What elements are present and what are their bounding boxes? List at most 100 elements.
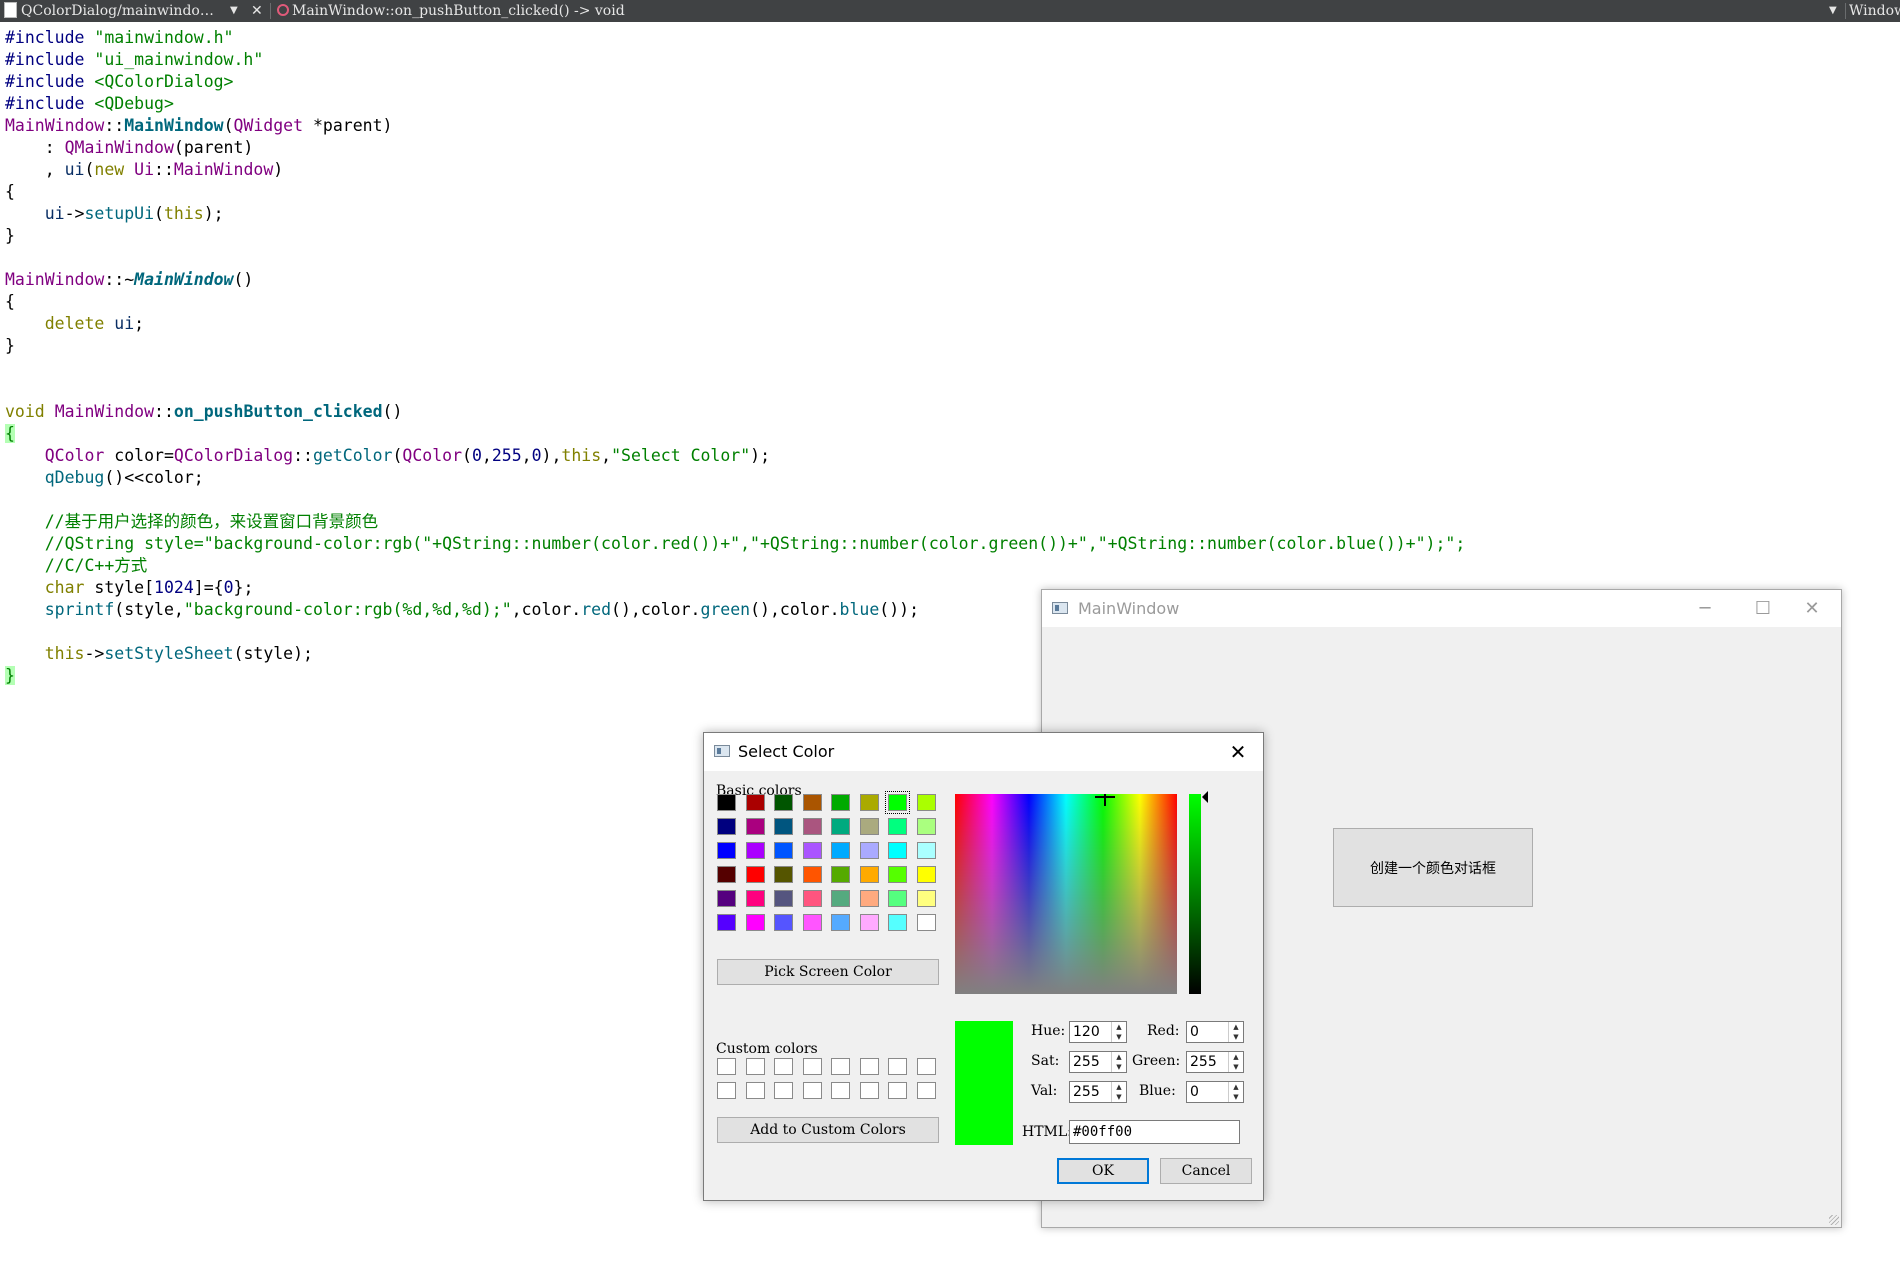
basic-color-swatch[interactable] [774,818,793,835]
code-line: #include "mainwindow.h" [5,28,234,47]
hue-saturation-picker[interactable] [955,794,1177,994]
basic-color-swatch[interactable] [888,842,907,859]
basic-color-swatch[interactable] [831,818,850,835]
basic-color-swatch[interactable] [916,890,936,907]
code-editor[interactable]: #include "mainwindow.h" #include "ui_mai… [5,27,1465,687]
basic-color-swatch[interactable] [859,818,879,835]
custom-color-swatch[interactable] [859,1058,879,1075]
basic-color-swatch[interactable] [859,890,879,907]
basic-color-swatch[interactable] [802,794,822,811]
basic-color-swatch[interactable] [774,890,793,907]
basic-color-swatch[interactable] [859,914,879,931]
basic-color-swatch[interactable] [717,794,736,811]
basic-color-swatch[interactable] [888,818,907,835]
luminance-slider[interactable] [1189,794,1201,994]
create-color-dialog-button[interactable]: 创建一个颜色对话框 [1333,828,1533,907]
basic-color-swatch[interactable] [888,914,907,931]
basic-color-swatch[interactable] [916,842,936,859]
spin-arrows-icon[interactable]: ▲ ▼ [1228,1052,1243,1072]
custom-color-swatch[interactable] [916,1058,936,1075]
basic-color-swatch[interactable] [774,842,793,859]
basic-color-swatch[interactable] [831,842,850,859]
resize-grip-icon[interactable] [1829,1215,1839,1225]
green-spinbox[interactable]: 255 ▲ ▼ [1186,1051,1244,1073]
custom-color-swatch[interactable] [831,1082,850,1099]
pick-screen-color-button[interactable]: Pick Screen Color [717,959,939,985]
basic-color-swatch[interactable] [802,842,822,859]
symbol-selector[interactable]: MainWindow::on_pushButton_clicked() -> v… [277,0,757,22]
val-spinbox[interactable]: 255 ▲ ▼ [1069,1081,1127,1103]
basic-color-swatch[interactable] [916,866,936,883]
html-color-input[interactable]: #00ff00 [1069,1120,1240,1144]
file-selector[interactable]: QColorDialog/mainwindo… [4,0,242,22]
basic-color-swatch[interactable] [717,890,736,907]
basic-color-swatch[interactable] [717,914,736,931]
basic-color-swatch[interactable] [916,914,936,931]
custom-color-swatch[interactable] [774,1082,793,1099]
spin-arrows-icon[interactable]: ▲ ▼ [1111,1052,1126,1072]
custom-color-swatch[interactable] [802,1082,822,1099]
cancel-button[interactable]: Cancel [1160,1158,1252,1184]
custom-color-swatch[interactable] [717,1082,736,1099]
custom-color-swatch[interactable] [745,1058,765,1075]
basic-color-swatch[interactable] [745,914,765,931]
spin-arrows-icon[interactable]: ▲ ▼ [1111,1022,1126,1042]
windows-selector[interactable]: Windows [1849,0,1900,22]
basic-color-swatch[interactable] [745,818,765,835]
custom-color-swatch[interactable] [774,1058,793,1075]
blue-spinbox[interactable]: 0 ▲ ▼ [1186,1081,1244,1103]
basic-color-swatch[interactable] [717,818,736,835]
ok-button[interactable]: OK [1057,1158,1149,1184]
custom-color-swatch[interactable] [916,1082,936,1099]
sat-spinbox[interactable]: 255 ▲ ▼ [1069,1051,1127,1073]
basic-color-swatch[interactable] [916,794,936,811]
chevron-down-icon[interactable]: ▼ [1829,0,1843,22]
basic-color-swatch[interactable] [745,890,765,907]
basic-color-swatch[interactable] [745,842,765,859]
red-spinbox[interactable]: 0 ▲ ▼ [1186,1021,1244,1043]
basic-color-swatch[interactable] [885,791,910,814]
basic-color-swatch[interactable] [888,866,907,883]
basic-color-swatch[interactable] [831,794,850,811]
custom-color-swatch[interactable] [745,1082,765,1099]
main-window-titlebar[interactable]: MainWindow ─ ☐ ✕ [1042,590,1841,627]
chevron-down-icon[interactable]: ▼ [230,0,244,22]
custom-color-swatch[interactable] [888,1082,907,1099]
basic-color-swatch[interactable] [802,818,822,835]
basic-color-swatch[interactable] [859,842,879,859]
luminance-arrow-icon[interactable] [1202,791,1208,803]
basic-color-swatch[interactable] [802,890,822,907]
close-icon[interactable]: ✕ [251,0,265,22]
basic-color-swatch[interactable] [888,890,907,907]
basic-color-swatch[interactable] [774,914,793,931]
basic-color-swatch[interactable] [774,866,793,883]
close-icon[interactable]: ✕ [1214,733,1262,771]
basic-color-swatch[interactable] [859,866,879,883]
basic-color-swatch[interactable] [802,866,822,883]
code-line: delete ui; [44,314,145,333]
custom-color-swatch[interactable] [888,1058,907,1075]
close-icon[interactable]: ✕ [1783,590,1841,627]
basic-color-swatch[interactable] [745,866,765,883]
basic-color-swatch[interactable] [859,794,879,811]
spin-arrows-icon[interactable]: ▲ ▼ [1228,1082,1243,1102]
custom-color-swatch[interactable] [859,1082,879,1099]
custom-color-swatch[interactable] [717,1058,736,1075]
dialog-titlebar[interactable]: Select Color ✕ [704,733,1263,771]
hue-spinbox[interactable]: 120 ▲ ▼ [1069,1021,1127,1043]
basic-color-swatch[interactable] [831,914,850,931]
basic-color-swatch[interactable] [717,866,736,883]
custom-color-swatch[interactable] [802,1058,822,1075]
spin-arrows-icon[interactable]: ▲ ▼ [1228,1022,1243,1042]
basic-color-swatch[interactable] [831,890,850,907]
spin-arrows-icon[interactable]: ▲ ▼ [1111,1082,1126,1102]
add-to-custom-colors-button[interactable]: Add to Custom Colors [717,1117,939,1143]
basic-color-swatch[interactable] [831,866,850,883]
basic-color-swatch[interactable] [802,914,822,931]
basic-color-swatch[interactable] [745,794,765,811]
custom-color-swatch[interactable] [831,1058,850,1075]
basic-color-swatch[interactable] [916,818,936,835]
minimize-icon[interactable]: ─ [1676,590,1734,627]
basic-color-swatch[interactable] [717,842,736,859]
basic-color-swatch[interactable] [774,794,793,811]
